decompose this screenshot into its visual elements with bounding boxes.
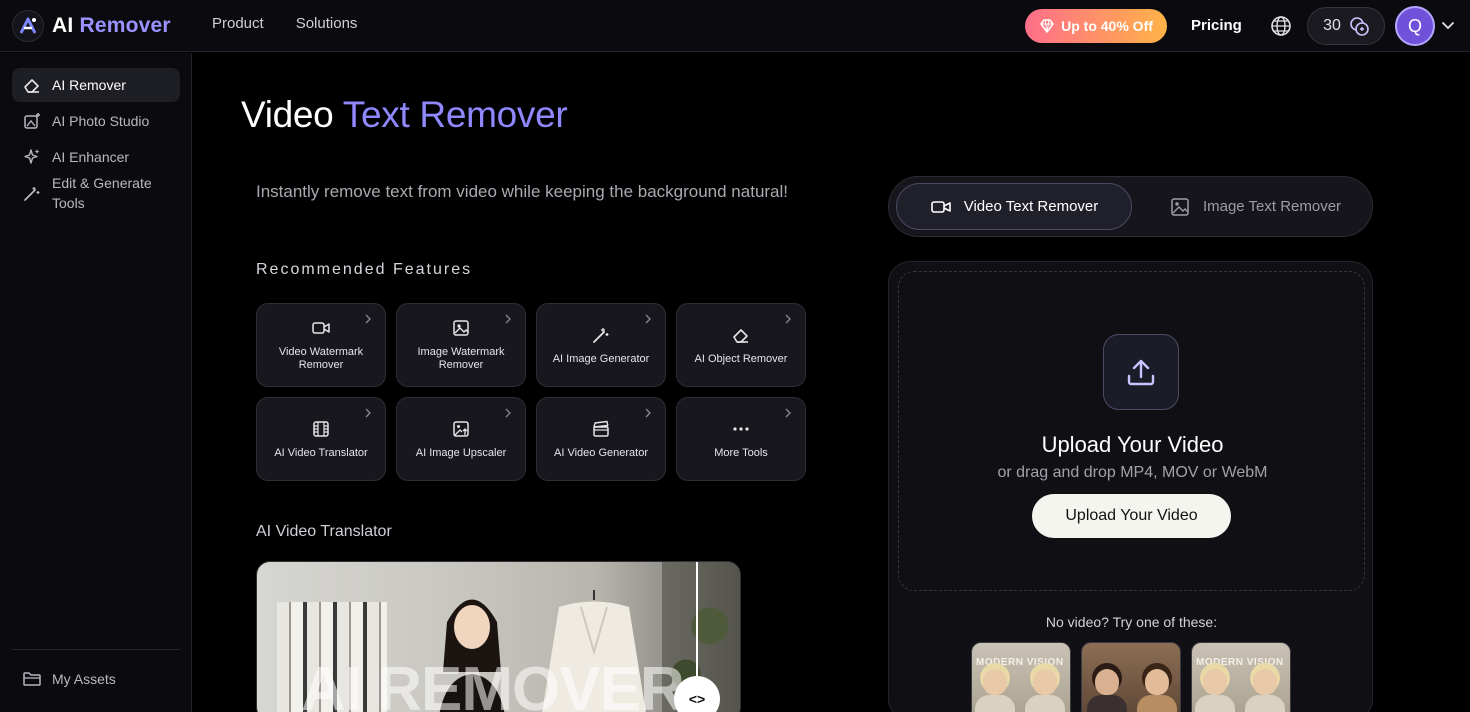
sample-prompt: No video? Try one of these: — [1045, 614, 1218, 630]
logo-icon — [12, 10, 44, 42]
feature-card-ai-object-remover[interactable]: AI Object Remover — [676, 303, 806, 387]
chevron-right-icon — [645, 314, 651, 324]
main-nav: Product Solutions — [212, 15, 357, 32]
sidebar-item-ai-photo-studio[interactable]: AI Photo Studio — [12, 111, 180, 131]
tab-image-text-remover[interactable]: Image Text Remover — [1144, 183, 1366, 230]
upload-title: Upload Your Video — [1041, 432, 1224, 457]
upload-icon — [1103, 334, 1179, 410]
page-title: Video Text Remover — [241, 94, 568, 136]
logo-accent: Remover — [79, 14, 171, 37]
sample-video-2[interactable] — [1081, 642, 1181, 712]
sidebar-item-label: AI Photo Studio — [52, 113, 150, 129]
feature-label: AI Video Translator — [274, 446, 368, 459]
more-dots-icon — [733, 426, 749, 431]
promo-button[interactable]: Up to 40% Off — [1025, 9, 1167, 43]
avatar[interactable]: Q — [1395, 6, 1435, 46]
film-icon — [313, 420, 329, 437]
photo-sparkle-icon — [24, 113, 40, 129]
magic-wand-icon — [24, 187, 40, 201]
feature-card-video-watermark-remover[interactable]: Video Watermark Remover — [256, 303, 386, 387]
tool-tabs: Video Text Remover Image Text Remover — [888, 176, 1373, 237]
sidebar-item-label: My Assets — [52, 671, 116, 687]
eraser-icon — [733, 328, 748, 343]
chevron-right-icon — [505, 314, 511, 324]
sidebar-item-ai-enhancer[interactable]: AI Enhancer — [12, 147, 180, 167]
chevron-down-icon[interactable] — [1441, 18, 1455, 32]
before-after-preview[interactable]: AI REMOVER <> — [256, 561, 741, 712]
feature-card-ai-video-generator[interactable]: AI Video Generator — [536, 397, 666, 481]
feature-card-ai-video-translator[interactable]: AI Video Translator — [256, 397, 386, 481]
chevron-right-icon — [505, 408, 511, 418]
diamond-icon — [1040, 19, 1054, 33]
feature-card-ai-image-generator[interactable]: AI Image Generator — [536, 303, 666, 387]
feature-card-more-tools[interactable]: More Tools — [676, 397, 806, 481]
promo-label: Up to 40% Off — [1061, 18, 1153, 34]
sidebar-item-label: AI Enhancer — [52, 149, 130, 165]
credits-badge[interactable]: 30 — [1307, 7, 1385, 45]
upload-dropzone[interactable]: Upload Your Video or drag and drop MP4, … — [898, 271, 1365, 591]
logo-prefix: AI — [52, 14, 74, 37]
top-bar: AI Remover Product Solutions Up to 40% O… — [0, 0, 1470, 52]
feature-label: AI Object Remover — [694, 352, 788, 365]
feature-label: AI Image Upscaler — [415, 446, 507, 459]
sample-videos: MODERN VISION MODERN VISION — [971, 642, 1291, 712]
sparkles-icon — [24, 149, 40, 164]
logo-text: AI Remover — [52, 14, 171, 38]
logo[interactable]: AI Remover — [12, 10, 171, 42]
image-icon — [453, 320, 469, 336]
chevron-right-icon — [365, 314, 371, 324]
sidebar-item-my-assets[interactable]: My Assets — [12, 669, 180, 689]
nav-solutions[interactable]: Solutions — [296, 15, 358, 32]
nav-product[interactable]: Product — [212, 15, 264, 32]
feature-label: Image Watermark Remover — [417, 346, 505, 371]
video-camera-icon — [312, 322, 330, 334]
sidebar-item-edit-generate[interactable]: Edit & Generate Tools — [12, 173, 180, 213]
feature-label: AI Image Generator — [552, 352, 650, 365]
chevron-right-icon — [785, 314, 791, 324]
magic-wand-icon — [593, 327, 609, 343]
feature-label: Video Watermark Remover — [278, 346, 364, 371]
preview-title: AI Video Translator — [256, 523, 392, 540]
chevron-right-icon — [365, 408, 371, 418]
sample-video-1[interactable]: MODERN VISION — [971, 642, 1071, 712]
chevron-right-icon — [785, 408, 791, 418]
title-plain: Video — [241, 94, 343, 135]
upload-panel: Upload Your Video or drag and drop MP4, … — [888, 261, 1373, 712]
title-accent: Text Remover — [342, 94, 568, 135]
pricing-link[interactable]: Pricing — [1191, 17, 1242, 34]
chevron-right-icon — [645, 408, 651, 418]
coins-icon — [1350, 17, 1369, 36]
feature-label: More Tools — [714, 446, 768, 459]
image-upscale-icon — [453, 420, 469, 437]
upload-subtitle: or drag and drop MP4, MOV or WebM — [997, 464, 1268, 481]
eraser-icon — [24, 79, 39, 93]
tab-label: Image Text Remover — [1202, 198, 1342, 215]
credits-count: 30 — [1323, 17, 1341, 34]
feature-card-ai-image-upscaler[interactable]: AI Image Upscaler — [396, 397, 526, 481]
sidebar-item-label: Edit & Generate Tools — [52, 175, 152, 211]
video-camera-icon — [930, 200, 951, 213]
feature-card-image-watermark-remover[interactable]: Image Watermark Remover — [396, 303, 526, 387]
tab-label: Video Text Remover — [963, 198, 1099, 215]
feature-label: AI Video Generator — [554, 446, 648, 459]
upload-video-button[interactable]: Upload Your Video — [1032, 494, 1231, 538]
feature-grid: Video Watermark Remover Image Watermark … — [256, 303, 808, 481]
sidebar: AI Remover AI Photo Studio AI Enhancer E… — [0, 53, 192, 712]
clapperboard-icon — [593, 420, 609, 437]
tab-video-text-remover[interactable]: Video Text Remover — [896, 183, 1132, 230]
page-subtitle: Instantly remove text from video while k… — [256, 182, 789, 201]
image-icon — [1171, 197, 1189, 216]
folder-icon — [23, 672, 41, 686]
sidebar-divider — [12, 649, 180, 650]
recommended-features-heading: Recommended Features — [256, 261, 473, 278]
preview-watermark-text: AI REMOVER — [301, 655, 685, 712]
sample-video-3[interactable]: MODERN VISION — [1191, 642, 1291, 712]
sidebar-item-ai-remover[interactable]: AI Remover — [12, 68, 180, 102]
sidebar-item-label: AI Remover — [52, 77, 126, 93]
globe-icon[interactable] — [1270, 15, 1292, 37]
